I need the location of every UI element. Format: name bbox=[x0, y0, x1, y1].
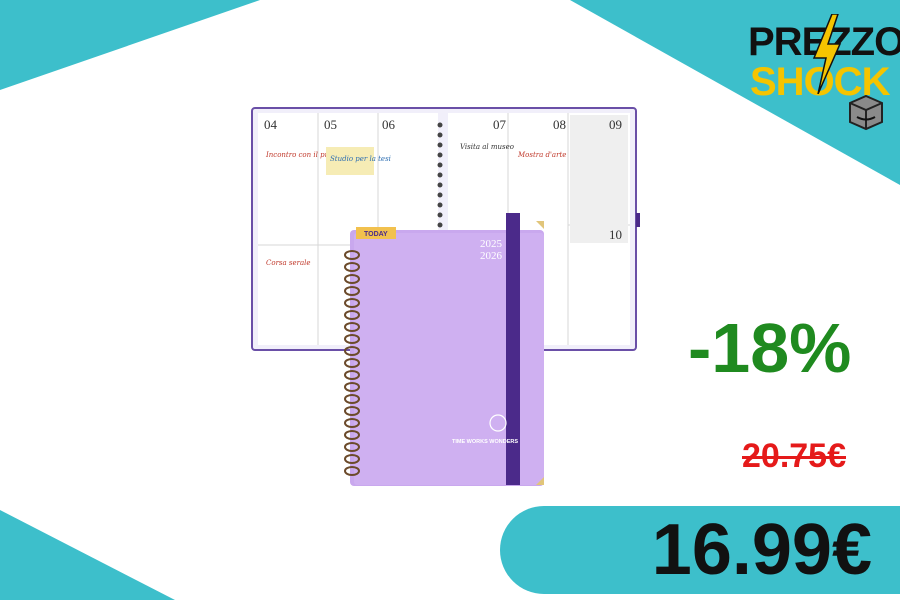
prezzo-shock-logo: PREZZO SHOCK bbox=[748, 14, 900, 132]
day-04: 04 bbox=[264, 117, 278, 132]
planner-product-image: 04 05 06 07 08 09 10 Incontro con il pro… bbox=[251, 107, 640, 486]
note-studio: Studio per la tesi bbox=[330, 155, 391, 163]
day-08: 08 bbox=[553, 117, 566, 132]
package-icon bbox=[849, 94, 883, 131]
cover-year-top: 2025 bbox=[480, 238, 503, 250]
day-06: 06 bbox=[382, 117, 396, 132]
brand-text: TIME WORKS WONDERS bbox=[452, 439, 518, 445]
price-badge: 16.99€ bbox=[500, 506, 900, 594]
day-10: 10 bbox=[609, 227, 622, 242]
day-09: 09 bbox=[609, 117, 622, 132]
lightning-bolt-icon bbox=[812, 14, 842, 94]
day-07: 07 bbox=[493, 117, 507, 132]
discount-percentage: -18% bbox=[688, 309, 852, 387]
day-05: 05 bbox=[324, 117, 337, 132]
note-corsa: Corsa serale bbox=[266, 259, 311, 267]
note-visita: Visita al museo bbox=[460, 143, 514, 151]
decor-corner-top-left bbox=[0, 0, 260, 90]
today-tab: TODAY bbox=[364, 231, 388, 238]
note-mostra: Mostra d'arte bbox=[517, 151, 566, 159]
current-price: 16.99€ bbox=[651, 510, 872, 590]
decor-corner-bottom-left bbox=[0, 510, 175, 600]
old-price: 20.75€ bbox=[742, 437, 846, 475]
cover-year-bottom: 2026 bbox=[480, 250, 503, 262]
